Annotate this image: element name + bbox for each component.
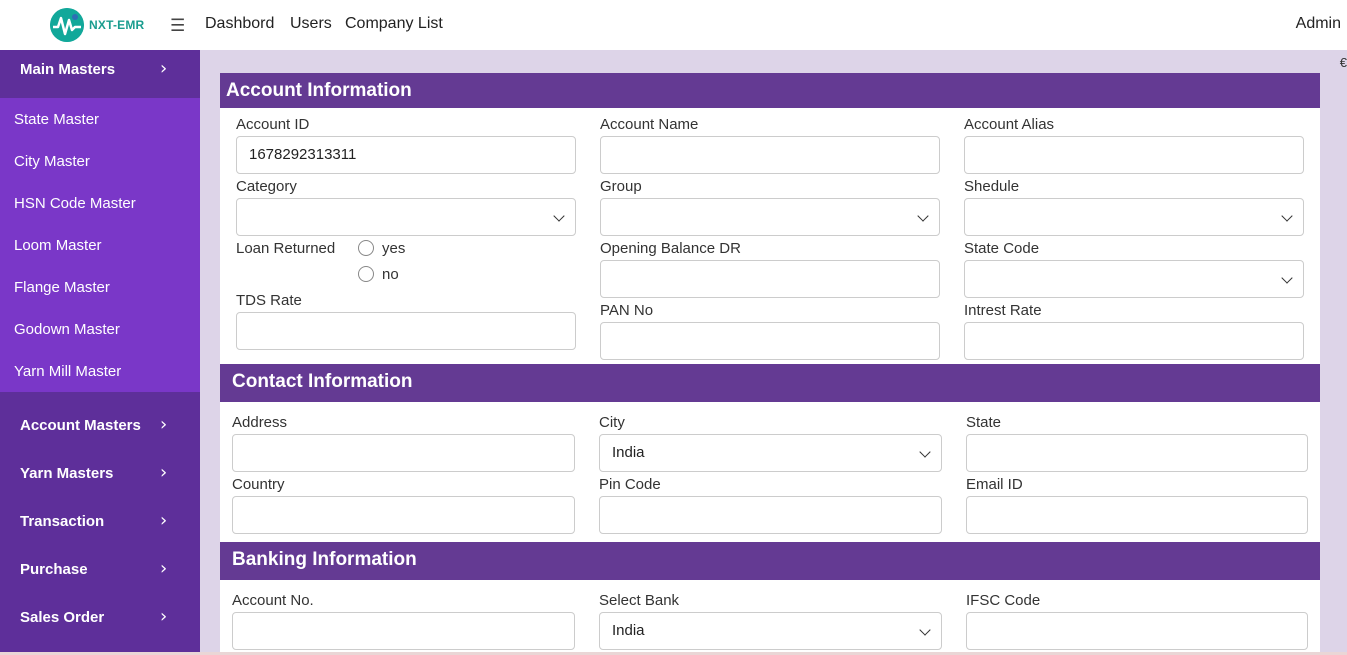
sidebar-subitem-city-master[interactable]: City Master <box>14 153 90 170</box>
account-info-header: Account Information <box>220 73 1320 108</box>
chevron-right-icon: › <box>160 58 168 79</box>
brand-logo[interactable]: NXT-EMR <box>50 8 150 42</box>
loan-returned-yes-radio[interactable] <box>358 240 374 256</box>
logo-text: NXT-EMR <box>89 18 145 32</box>
state-code-label: State Code <box>964 240 1040 257</box>
account-id-label: Account ID <box>236 116 310 133</box>
intrest-rate-label: Intrest Rate <box>964 302 1042 319</box>
account-alias-label: Account Alias <box>964 116 1055 133</box>
category-select[interactable] <box>236 198 576 236</box>
ifsc-code-label: IFSC Code <box>966 592 1041 609</box>
intrest-rate-input[interactable] <box>964 322 1304 360</box>
account-no-input[interactable] <box>232 612 575 650</box>
address-input[interactable] <box>232 434 575 472</box>
loan-returned-label: Loan Returned <box>236 240 336 257</box>
chevron-down-icon <box>1281 210 1293 222</box>
shedule-select[interactable] <box>964 198 1304 236</box>
tds-rate-label: TDS Rate <box>236 292 302 309</box>
country-input[interactable] <box>232 496 575 534</box>
sidebar-item-main-masters[interactable]: Main Masters › <box>0 50 200 98</box>
user-menu[interactable]: Admin <box>1296 15 1341 33</box>
state-code-select[interactable] <box>964 260 1304 298</box>
main-masters-submenu: State Master City Master HSN Code Master… <box>0 98 200 392</box>
sidebar: Main Masters › State Master City Master … <box>0 50 200 655</box>
group-select[interactable] <box>600 198 940 236</box>
account-alias-input[interactable] <box>964 136 1304 174</box>
nav-link-users[interactable]: Users <box>290 15 332 33</box>
opening-balance-label: Opening Balance DR <box>600 240 741 257</box>
city-label: City <box>599 414 625 431</box>
chevron-right-icon: › <box>160 414 168 435</box>
loan-returned-yes-label[interactable]: yes <box>382 240 405 257</box>
nav-link-company-list[interactable]: Company List <box>345 15 443 33</box>
sidebar-item-account-masters[interactable]: Account Masters › <box>0 406 200 454</box>
section-title: Banking Information <box>232 549 417 570</box>
select-bank-select[interactable]: India <box>599 612 942 650</box>
nav-link-dashboard[interactable]: Dashbord <box>205 15 274 33</box>
corner-glyph: € <box>1339 55 1347 70</box>
logo-mark-icon <box>50 8 84 42</box>
state-label: State <box>966 414 1002 431</box>
account-form: Account Information Account ID 167829231… <box>220 73 1320 655</box>
sidebar-subitem-yarn-mill-master[interactable]: Yarn Mill Master <box>14 363 121 380</box>
address-label: Address <box>232 414 288 431</box>
sidebar-subitem-state-master[interactable]: State Master <box>14 111 99 128</box>
sidebar-item-label: Transaction <box>20 513 105 530</box>
sidebar-subitem-loom-master[interactable]: Loom Master <box>14 237 102 254</box>
sidebar-subitem-godown-master[interactable]: Godown Master <box>14 321 120 338</box>
chevron-down-icon <box>919 446 931 458</box>
select-bank-label: Select Bank <box>599 592 680 609</box>
pan-no-label: PAN No <box>600 302 654 319</box>
account-id-input[interactable]: 1678292313311 <box>236 136 576 174</box>
top-navbar: NXT-EMR ☰ Dashbord Users Company List Ad… <box>0 0 1347 50</box>
country-label: Country <box>232 476 285 493</box>
ifsc-code-input[interactable] <box>966 612 1308 650</box>
account-name-input[interactable] <box>600 136 940 174</box>
section-title: Account Information <box>226 80 412 101</box>
category-label: Category <box>236 178 297 195</box>
main-content: € Account Information Account ID 1678292… <box>200 50 1347 655</box>
select-bank-value: India <box>612 622 645 639</box>
section-title: Contact Information <box>232 371 413 392</box>
chevron-right-icon: › <box>160 558 168 579</box>
sidebar-item-label: Yarn Masters <box>20 465 114 482</box>
sidebar-subitem-hsn-code-master[interactable]: HSN Code Master <box>14 195 136 212</box>
chevron-down-icon <box>919 624 931 636</box>
chevron-right-icon: › <box>160 510 168 531</box>
pin-code-input[interactable] <box>599 496 942 534</box>
chevron-down-icon <box>917 210 929 222</box>
pan-no-input[interactable] <box>600 322 940 360</box>
chevron-down-icon <box>553 210 565 222</box>
email-id-input[interactable] <box>966 496 1308 534</box>
sidebar-item-yarn-masters[interactable]: Yarn Masters › <box>0 454 200 502</box>
sidebar-subitem-flange-master[interactable]: Flange Master <box>14 279 110 296</box>
account-name-label: Account Name <box>600 116 699 133</box>
sidebar-item-label: Purchase <box>20 561 88 578</box>
state-input[interactable] <box>966 434 1308 472</box>
contact-info-header: Contact Information <box>220 364 1320 402</box>
loan-returned-no-label[interactable]: no <box>382 266 399 283</box>
sidebar-item-label: Sales Order <box>20 609 105 626</box>
chevron-down-icon <box>1281 272 1293 284</box>
menu-icon[interactable]: ☰ <box>170 16 185 36</box>
chevron-right-icon: › <box>160 606 168 627</box>
loan-returned-no-radio[interactable] <box>358 266 374 282</box>
sidebar-item-transaction[interactable]: Transaction › <box>0 502 200 550</box>
tds-rate-input[interactable] <box>236 312 576 350</box>
sidebar-item-sales-order[interactable]: Sales Order › <box>0 598 200 646</box>
account-no-label: Account No. <box>232 592 314 609</box>
shedule-label: Shedule <box>964 178 1020 195</box>
sidebar-item-label: Main Masters <box>20 61 116 78</box>
sidebar-item-label: Account Masters <box>20 417 141 434</box>
opening-balance-input[interactable] <box>600 260 940 298</box>
chevron-right-icon: › <box>160 462 168 483</box>
banking-info-header: Banking Information <box>220 542 1320 580</box>
city-value: India <box>612 444 645 461</box>
group-label: Group <box>600 178 642 195</box>
city-select[interactable]: India <box>599 434 942 472</box>
sidebar-item-purchase[interactable]: Purchase › <box>0 550 200 598</box>
email-id-label: Email ID <box>966 476 1023 493</box>
pin-code-label: Pin Code <box>599 476 661 493</box>
